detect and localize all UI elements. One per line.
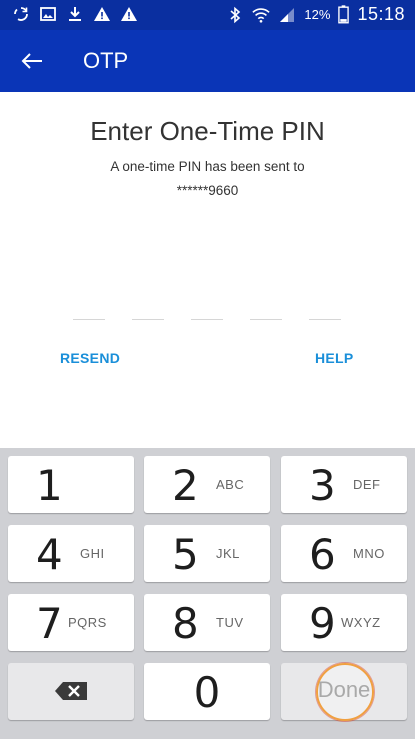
pin-digit-3[interactable] bbox=[191, 305, 223, 320]
key-letters: ABC bbox=[216, 477, 245, 492]
key-digit: 0 bbox=[193, 668, 221, 717]
backspace-key[interactable] bbox=[8, 663, 134, 720]
key-letters: PQRS bbox=[68, 615, 107, 630]
key-letters: JKL bbox=[216, 546, 240, 561]
pin-digit-1[interactable] bbox=[73, 305, 105, 320]
image-icon bbox=[40, 7, 56, 21]
warning-icon bbox=[121, 7, 137, 21]
otp-subtext: A one-time PIN has been sent to bbox=[110, 159, 305, 174]
otp-heading: Enter One-Time PIN bbox=[90, 116, 325, 146]
key-5[interactable]: 5 JKL bbox=[144, 525, 270, 582]
key-digit: 2 bbox=[172, 461, 199, 510]
notification-icons bbox=[12, 5, 138, 23]
done-label: Done bbox=[317, 677, 371, 702]
wifi-icon bbox=[252, 7, 271, 23]
key-4[interactable]: 4 GHI bbox=[8, 525, 134, 582]
system-icons: 12% 15:18 bbox=[226, 4, 405, 25]
key-1[interactable]: 1 bbox=[8, 456, 134, 513]
app-bar: OTP bbox=[0, 30, 415, 92]
key-2[interactable]: 2 ABC bbox=[144, 456, 270, 513]
battery-icon bbox=[338, 5, 350, 24]
numeric-keyboard: 1 2 ABC 3 DEF 4 GHI 5 JKL 6 MNO 7 PQRS 8… bbox=[0, 448, 415, 739]
arrow-left-icon[interactable] bbox=[18, 47, 46, 75]
warning-icon bbox=[94, 7, 110, 21]
key-digit: 3 bbox=[309, 461, 336, 510]
key-digit: 8 bbox=[172, 599, 199, 648]
key-0[interactable]: 0 bbox=[144, 663, 270, 720]
bluetooth-icon bbox=[230, 6, 241, 23]
key-letters: DEF bbox=[353, 477, 381, 492]
done-key[interactable]: Done bbox=[281, 663, 407, 721]
key-digit: 1 bbox=[36, 461, 63, 510]
masked-phone-number: ******9660 bbox=[176, 183, 239, 198]
clock: 15:18 bbox=[357, 4, 405, 24]
key-7[interactable]: 7 PQRS bbox=[8, 594, 134, 651]
pin-digit-4[interactable] bbox=[250, 305, 282, 320]
pin-digit-5[interactable] bbox=[309, 305, 341, 320]
key-6[interactable]: 6 MNO bbox=[281, 525, 407, 582]
status-bar: 12% 15:18 bbox=[0, 0, 415, 30]
key-letters: TUV bbox=[216, 615, 244, 630]
key-letters: WXYZ bbox=[341, 615, 381, 630]
key-8[interactable]: 8 TUV bbox=[144, 594, 270, 651]
sync-icon bbox=[14, 7, 28, 21]
key-digit: 4 bbox=[36, 530, 63, 579]
download-icon bbox=[69, 7, 81, 21]
key-digit: 6 bbox=[309, 530, 336, 579]
signal-icon bbox=[280, 7, 295, 22]
page-title: OTP bbox=[83, 48, 129, 73]
key-9[interactable]: 9 WXYZ bbox=[281, 594, 407, 651]
key-letters: MNO bbox=[353, 546, 385, 561]
battery-percent: 12% bbox=[304, 7, 331, 22]
pin-digit-2[interactable] bbox=[132, 305, 164, 320]
help-button[interactable]: HELP bbox=[315, 350, 354, 366]
key-digit: 5 bbox=[172, 530, 199, 579]
key-digit: 9 bbox=[309, 599, 336, 648]
backspace-icon bbox=[55, 682, 87, 700]
key-digit: 7 bbox=[36, 599, 63, 648]
key-letters: GHI bbox=[80, 546, 105, 561]
resend-button[interactable]: RESEND bbox=[60, 350, 120, 366]
key-3[interactable]: 3 DEF bbox=[281, 456, 407, 513]
